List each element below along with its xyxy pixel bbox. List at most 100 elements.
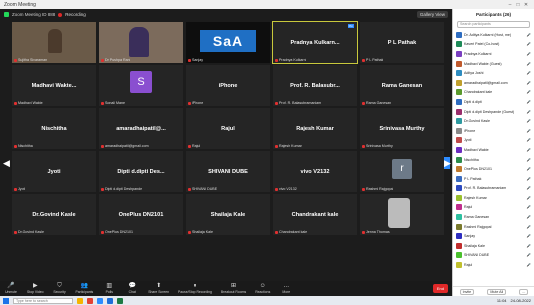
participant-list-item[interactable]: SHIVANI DUBE 🎤 — [453, 251, 534, 261]
participant-list-item[interactable]: Rama Ganesan 🎤 — [453, 212, 534, 222]
participant-list-item[interactable]: Rajul 🎤 — [453, 260, 534, 270]
video-tile[interactable]: OnePlus DN2101 OnePlus DN2101 — [99, 194, 183, 235]
next-page-arrow-icon[interactable]: ▶ — [444, 157, 451, 169]
video-tile[interactable]: Rajesh Kumar Rajesh Kumar — [273, 108, 357, 149]
more-button[interactable]: ... — [519, 288, 529, 295]
security-button[interactable]: ⛉ Security — [53, 283, 67, 294]
breakout-rooms-button[interactable]: ⊞ Breakout Rooms — [221, 283, 246, 294]
unmute-button[interactable]: 🎤 Unmute — [4, 283, 18, 294]
mic-off-icon — [275, 58, 278, 62]
invite-button[interactable]: Invite — [459, 288, 475, 295]
share-screen-button[interactable]: ⬆ Share Screen — [148, 283, 169, 294]
tile-display-name: Nischitha — [41, 125, 67, 132]
pin-badge[interactable]: Pin — [347, 24, 354, 28]
mic-off-icon: 🎤 — [526, 42, 531, 47]
meeting-info[interactable]: Zoom Meeting ID 888 — [12, 12, 55, 17]
video-tile[interactable]: Rajul Rajul — [186, 108, 270, 149]
participant-name: Shailaja Kale — [464, 243, 485, 248]
view-button[interactable]: Gallery View — [416, 11, 448, 18]
participant-list-item[interactable]: Sanjay 🎤 — [453, 231, 534, 241]
tile-display-name: Prof. R. Balasubr... — [290, 82, 340, 89]
participant-list-item[interactable]: iPhone 🎤 — [453, 126, 534, 136]
participant-list-item[interactable]: Madhavi Wakte 🎤 — [453, 145, 534, 155]
video-tile[interactable]: Jenna Thomas — [360, 194, 444, 235]
video-tile[interactable]: Pin Pradnya Kulkarn... Pradnya Kulkarni — [272, 21, 358, 64]
participant-list-item[interactable]: P L Pathak 🎤 — [453, 174, 534, 184]
zoom-app-icon[interactable] — [97, 297, 103, 304]
video-tile[interactable]: S Sonali Mane — [99, 65, 183, 106]
participant-list-item[interactable]: amaradhaipatil@gmail.com 🎤 — [453, 78, 534, 88]
windows-start-icon[interactable] — [3, 297, 9, 304]
pause-stop-recording-button[interactable]: ⏸ Pause/Stop Recording — [178, 283, 212, 294]
tile-label-text: Chandrakant kale — [279, 230, 308, 234]
tile-label-text: Pradnya Kulkarni — [279, 58, 307, 62]
excel-icon[interactable] — [117, 297, 123, 304]
file-explorer-icon[interactable] — [77, 297, 83, 304]
video-tile[interactable]: Jyoti Jyoti — [12, 151, 96, 192]
mic-off-icon — [101, 187, 104, 191]
video-tile[interactable]: P L Pathak P L Pathak — [360, 22, 444, 63]
video-tile[interactable]: Madhavi Wakte... Madhavi Wakte — [12, 65, 96, 106]
participant-list-item[interactable]: Shailaja Kale 🎤 — [453, 241, 534, 251]
video-tile[interactable]: Prof. R. Balasubr... Prof. R. Balasubrama… — [273, 65, 357, 106]
participant-list-item[interactable]: Rashmi Rajgopal 🎤 — [453, 222, 534, 232]
reactions-button[interactable]: ☺ Reactions — [255, 283, 270, 294]
participant-name: Rajul — [464, 205, 473, 210]
video-tile[interactable]: Dr Pushpa Rani — [99, 22, 183, 63]
video-tile[interactable]: iPhone iPhone — [186, 65, 270, 106]
video-tile[interactable]: Dr.Govind Kasle Dr.Govind Kasle — [12, 194, 96, 235]
participant-list-item[interactable]: Madhavi Wakte (Guest) 🎤 — [453, 59, 534, 69]
video-tile[interactable]: SaA Sanjay — [186, 22, 270, 63]
chrome-icon[interactable] — [87, 297, 93, 304]
video-tile[interactable]: Shailaja Kale Shailaja Kale — [186, 194, 270, 235]
participant-list-item[interactable]: Dipti d.dipti 🎤 — [453, 97, 534, 107]
participant-list-item[interactable]: Jyoti 🎤 — [453, 136, 534, 146]
participant-list-item[interactable]: Prof. R. Balasubramaniam 🎤 — [453, 184, 534, 194]
tile-label-text: Jenna Thomas — [366, 230, 390, 234]
minimize-button[interactable]: – — [506, 2, 514, 8]
video-tile[interactable]: Srinivasa Murthy Srinivasa Murthy — [360, 108, 444, 149]
participant-list-item[interactable]: Dr.Govind Kasle 🎤 — [453, 116, 534, 126]
video-tile[interactable]: r Rashmi Rajgopal — [360, 151, 444, 192]
video-tile[interactable]: Dipti d.dipti Des... Dipti d.dipti Deshpa… — [99, 151, 183, 192]
mic-off-icon — [362, 187, 365, 191]
chat-button[interactable]: 💬 Chat — [125, 283, 139, 294]
participant-list-item[interactable]: Kaveri Patel (Co-host) 🎤 — [453, 40, 534, 50]
more-button[interactable]: … More — [279, 283, 293, 294]
participants-button[interactable]: 👥 Participants — [76, 283, 94, 294]
word-icon[interactable] — [107, 297, 113, 304]
video-tile[interactable]: Rama Ganesan Rama Ganesan — [360, 65, 444, 106]
tile-label-text: Sonali Mane — [105, 101, 125, 105]
mute-all-button[interactable]: Mute All — [487, 288, 507, 295]
tile-name-label: P L Pathak — [362, 58, 383, 62]
close-button[interactable]: ✕ — [522, 2, 530, 8]
video-tile[interactable]: Nischitha Nischitha — [12, 108, 96, 149]
participant-list-item[interactable]: OnePlus DN2101 🎤 — [453, 164, 534, 174]
participant-list-item[interactable]: Pradnya Kulkarni 🎤 — [453, 49, 534, 59]
stop-video-button[interactable]: ▶ Stop Video — [27, 283, 44, 294]
video-tile[interactable]: vivo V2132 vivo V2132 — [273, 151, 357, 192]
participant-list-item[interactable]: Aditya Joshi 🎤 — [453, 68, 534, 78]
participant-list-item[interactable]: Nischitha 🎤 — [453, 155, 534, 165]
polls-button[interactable]: ▥ Polls — [102, 283, 116, 294]
mic-off-icon — [275, 144, 278, 148]
toolbar-button-label: Reactions — [255, 290, 271, 294]
tile-display-name: Shailaja Kale — [210, 211, 246, 218]
prev-page-arrow-icon[interactable]: ◀ — [3, 157, 10, 169]
tile-display-name: Dipti d.dipti Des... — [117, 168, 165, 175]
video-tile[interactable]: SHIVANI DUBE SHIVANI DUBE — [186, 151, 270, 192]
toolbar-button-label: Pause/Stop Recording — [177, 290, 212, 294]
video-tile[interactable]: Sujitha Sivaraman — [12, 22, 96, 63]
participant-search-input[interactable]: Search participants — [457, 21, 530, 28]
taskbar-search-input[interactable]: Type here to search — [13, 297, 73, 304]
shield-icon[interactable] — [4, 12, 9, 17]
end-meeting-button[interactable]: End — [432, 284, 448, 293]
participant-list-item[interactable]: Rajul 🎤 — [453, 203, 534, 213]
participant-list-item[interactable]: Dipti d.dipti Deshpande (Guest) 🎤 — [453, 107, 534, 117]
participant-list-item[interactable]: Dr. Aditya Kulkarni (Host, me) 🎤 — [453, 30, 534, 40]
video-tile[interactable]: Chandrakant kale Chandrakant kale — [273, 194, 357, 235]
participant-list-item[interactable]: Rajesh Kumar 🎤 — [453, 193, 534, 203]
video-tile[interactable]: amaradhaipatil@... amaradhaipatil@gmail.c… — [99, 108, 183, 149]
participant-list-item[interactable]: Chandrakant kale 🎤 — [453, 88, 534, 98]
maximize-button[interactable]: □ — [514, 2, 522, 8]
